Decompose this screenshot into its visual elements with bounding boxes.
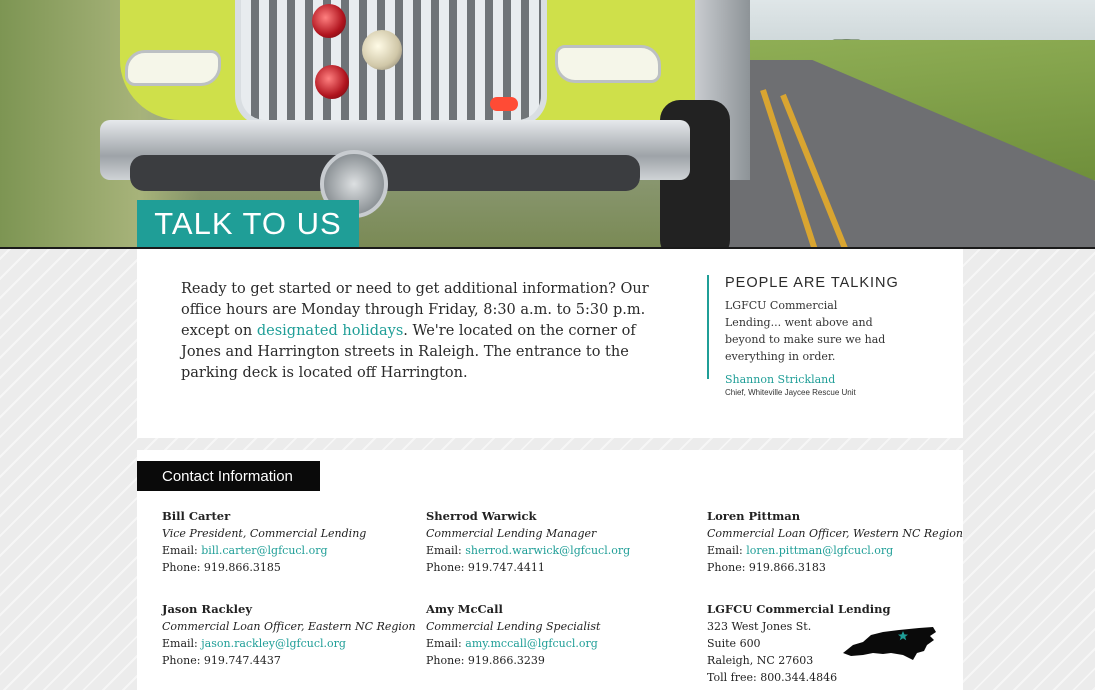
contact-phone-row: Phone: 919.747.4411 (426, 559, 630, 576)
contact-email-row: Email: loren.pittman@lgfcucl.org (707, 542, 963, 559)
email-label: Email: (426, 637, 466, 650)
contact-phone: 919.866.3239 (467, 654, 545, 667)
contact-card: Sherrod Warwick Commercial Lending Manag… (426, 508, 630, 576)
contact-title: Commercial Lending Specialist (426, 620, 601, 633)
north-carolina-shape (843, 627, 936, 660)
phone-label: Phone: (162, 654, 204, 667)
contact-phone: 919.866.3183 (748, 561, 826, 574)
truck-warning-light (362, 30, 402, 70)
truck-warning-light (312, 4, 346, 38)
contact-title: Commercial Loan Officer, Eastern NC Regi… (162, 620, 416, 633)
contact-phone: 919.747.4437 (203, 654, 281, 667)
truck-headlight (125, 50, 221, 86)
contact-phone: 919.747.4411 (467, 561, 545, 574)
testimonial: PEOPLE ARE TALKING LGFCU Commercial Lend… (707, 275, 955, 397)
contact-card: Jason Rackley Commercial Loan Officer, E… (162, 601, 416, 669)
contact-name: Loren Pittman (707, 509, 801, 523)
email-label: Email: (162, 544, 202, 557)
contact-panel: Contact Information Bill Carter Vice Pre… (137, 450, 963, 690)
contact-heading: Contact Information (137, 461, 320, 491)
intro-text: Ready to get started or need to get addi… (181, 279, 651, 384)
contact-email-link[interactable]: amy.mccall@lgfcucl.org (465, 637, 598, 650)
truck-headlight (555, 45, 661, 83)
hero-banner: TALK TO US (0, 0, 1095, 249)
page-title: TALK TO US (137, 200, 359, 247)
contact-phone-row: Phone: 919.866.3185 (162, 559, 366, 576)
phone-label: Phone: (426, 654, 468, 667)
email-label: Email: (707, 544, 747, 557)
contact-email-link[interactable]: jason.rackley@lgfcucl.org (201, 637, 346, 650)
email-label: Email: (426, 544, 466, 557)
truck-warning-light (315, 65, 349, 99)
contact-card: Amy McCall Commercial Lending Specialist… (426, 601, 600, 669)
phone-label: Phone: (162, 561, 204, 574)
contact-name: Sherrod Warwick (426, 509, 537, 523)
testimonial-heading: PEOPLE ARE TALKING (725, 275, 899, 291)
contact-phone-row: Phone: 919.747.4437 (162, 652, 416, 669)
email-label: Email: (162, 637, 202, 650)
testimonial-role: Chief, Whiteville Jaycee Rescue Unit (725, 388, 856, 397)
north-carolina-map-icon (843, 627, 936, 660)
contact-title: Commercial Lending Manager (426, 527, 597, 540)
contact-email-link[interactable]: sherrod.warwick@lgfcucl.org (465, 544, 630, 557)
contact-email-row: Email: amy.mccall@lgfcucl.org (426, 635, 600, 652)
truck-marker-light (490, 97, 518, 111)
contact-title: Vice President, Commercial Lending (162, 527, 367, 540)
contact-email-link[interactable]: loren.pittman@lgfcucl.org (746, 544, 893, 557)
contact-name: Bill Carter (162, 509, 231, 523)
contact-card: Bill Carter Vice President, Commercial L… (162, 508, 366, 576)
designated-holidays-link[interactable]: designated holidays (257, 323, 403, 339)
phone-label: Phone: (426, 561, 468, 574)
intro-panel: Ready to get started or need to get addi… (137, 249, 963, 438)
contact-email-row: Email: bill.carter@lgfcucl.org (162, 542, 366, 559)
office-toll-free: Toll free: 800.344.4846 (707, 671, 838, 684)
contact-email-row: Email: jason.rackley@lgfcucl.org (162, 635, 416, 652)
contact-phone-row: Phone: 919.866.3239 (426, 652, 600, 669)
contact-name: Jason Rackley (162, 602, 253, 616)
contact-email-row: Email: sherrod.warwick@lgfcucl.org (426, 542, 630, 559)
contact-name: Amy McCall (426, 602, 503, 616)
contact-phone-row: Phone: 919.866.3183 (707, 559, 963, 576)
contact-title: Commercial Loan Officer, Western NC Regi… (707, 527, 963, 540)
testimonial-quote: LGFCU Commercial Lending... went above a… (725, 299, 886, 363)
phone-label: Phone: (707, 561, 749, 574)
contact-phone: 919.866.3185 (203, 561, 281, 574)
office-name: LGFCU Commercial Lending (707, 602, 891, 616)
testimonial-author: Shannon Strickland (725, 373, 836, 386)
contact-card: Loren Pittman Commercial Loan Officer, W… (707, 508, 963, 576)
contact-email-link[interactable]: bill.carter@lgfcucl.org (201, 544, 327, 557)
